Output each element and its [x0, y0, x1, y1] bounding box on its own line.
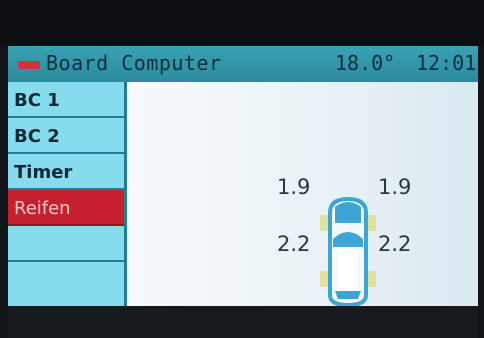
display-bezel-right — [478, 46, 484, 338]
car-top-view-icon — [320, 196, 376, 306]
menu-item-empty-1[interactable] — [8, 226, 124, 262]
menu-item-label: Reifen — [14, 198, 71, 219]
tyre-pressure-front-right: 1.9 — [378, 175, 412, 199]
page-title: Board Computer — [46, 51, 222, 75]
car-hood — [335, 202, 361, 223]
tyre-pressure-front-left: 1.9 — [277, 175, 311, 199]
car-rear-window — [335, 291, 361, 299]
side-menu: BC 1 BC 2 Timer Reifen — [8, 82, 124, 306]
tyre-indicator-rear-left — [320, 271, 328, 287]
outside-temperature: 18.0° — [335, 51, 396, 75]
menu-item-label: BC 2 — [14, 126, 60, 147]
tyre-pressure-rear-right: 2.2 — [378, 232, 412, 256]
menu-item-label: Timer — [14, 162, 73, 183]
car-roof — [338, 249, 358, 291]
header-bar: Board Computer 18.0° 12:01 — [8, 46, 478, 82]
tyre-pressure-rear-left: 2.2 — [277, 232, 311, 256]
menu-item-bc1[interactable]: BC 1 — [8, 82, 124, 118]
display-bezel-bottom — [8, 306, 478, 338]
menu-item-label: BC 1 — [14, 90, 60, 111]
menu-item-timer[interactable]: Timer — [8, 154, 124, 190]
display-bezel-top — [0, 0, 484, 46]
tyre-indicator-front-left — [320, 215, 328, 231]
tyre-indicator-rear-right — [368, 271, 376, 287]
menu-item-bc2[interactable]: BC 2 — [8, 118, 124, 154]
menu-item-empty-2[interactable] — [8, 262, 124, 306]
menu-item-reifen[interactable]: Reifen — [8, 190, 124, 226]
display-bezel-left — [0, 46, 8, 338]
clock: 12:01 — [416, 51, 477, 75]
tyre-indicator-front-right — [368, 215, 376, 231]
infotainment-screen: Board Computer 18.0° 12:01 BC 1 BC 2 Tim… — [8, 46, 478, 306]
car-icon — [18, 61, 40, 69]
